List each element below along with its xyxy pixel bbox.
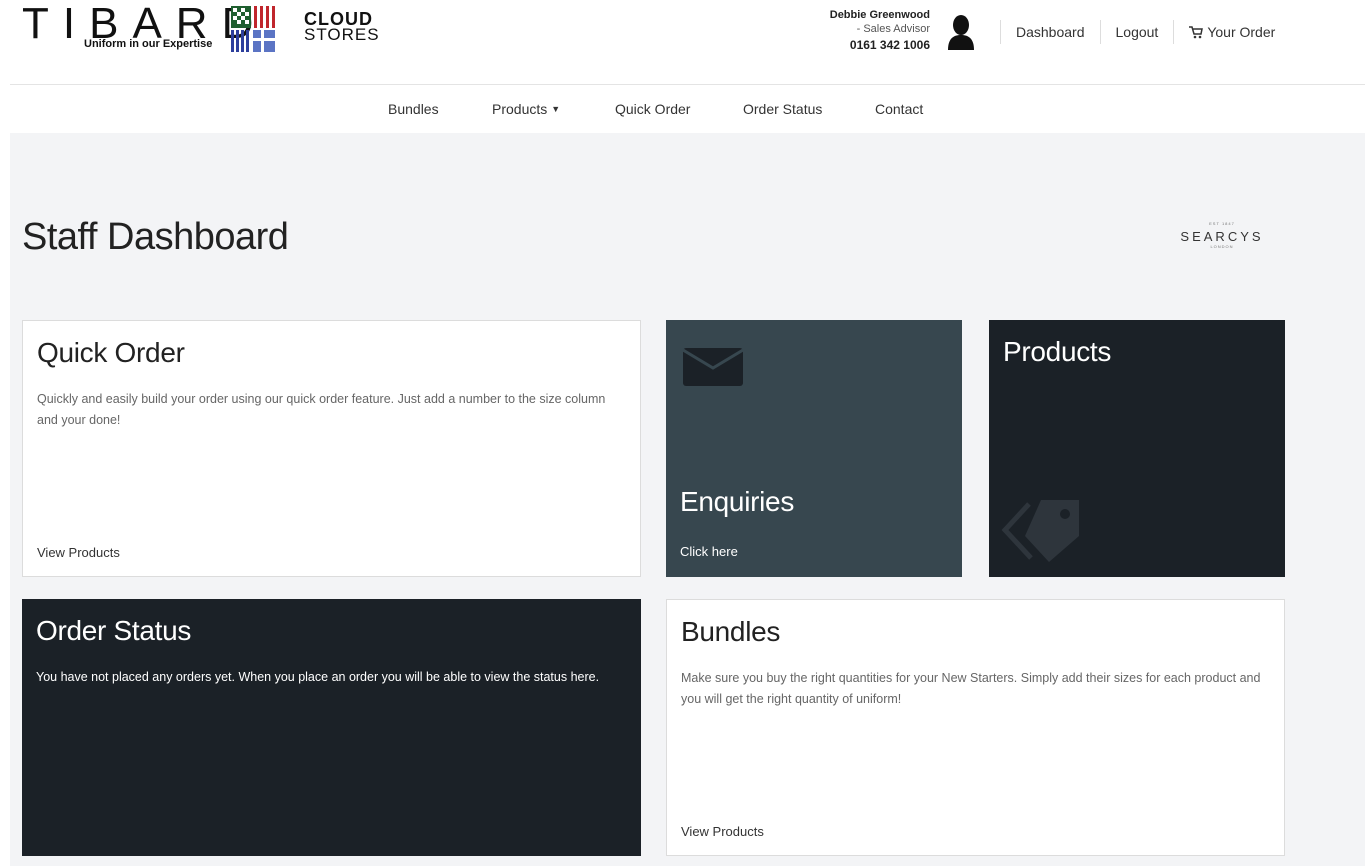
order-status-title: Order Status bbox=[36, 615, 192, 646]
enquiries-title: Enquiries bbox=[680, 486, 795, 517]
tibard-logo-tagline: Uniform in our Expertise bbox=[84, 38, 213, 50]
quick-order-card[interactable]: Quick Order Quickly and easily build you… bbox=[22, 320, 641, 577]
client-logo-name: SEARCYS bbox=[1180, 229, 1264, 244]
cart-icon bbox=[1189, 26, 1204, 39]
logout-link[interactable]: Logout bbox=[1099, 20, 1174, 44]
user-info: Debbie Greenwood - Sales Advisor 0161 34… bbox=[830, 8, 930, 52]
tibard-logo[interactable]: TIBARD Uniform in our Expertise bbox=[22, 2, 282, 54]
bundles-description: Make sure you buy the right quantities f… bbox=[681, 671, 1261, 706]
avatar-icon bbox=[948, 15, 974, 50]
your-order-link[interactable]: Your Order bbox=[1173, 20, 1290, 44]
bundles-card[interactable]: Bundles Make sure you buy the right quan… bbox=[666, 599, 1285, 856]
enquiries-card[interactable]: Enquiries Click here bbox=[666, 320, 962, 577]
quick-order-view-products-link[interactable]: View Products bbox=[37, 545, 120, 560]
user-name: Debbie Greenwood bbox=[829, 9, 930, 21]
main-nav: Bundles Products ▼ Quick Order Order Sta… bbox=[0, 85, 1365, 133]
client-logo-sub: LONDON bbox=[1210, 244, 1234, 249]
nav-bundles[interactable]: Bundles bbox=[388, 101, 439, 117]
page-title: Staff Dashboard bbox=[22, 216, 289, 258]
tibard-logo-mark bbox=[231, 6, 275, 52]
client-logo: EST 1847 SEARCYS LONDON bbox=[1172, 221, 1272, 257]
order-status-card[interactable]: Order Status You have not placed any ord… bbox=[22, 599, 641, 856]
user-role: - Sales Advisor bbox=[856, 23, 930, 35]
nav-contact[interactable]: Contact bbox=[875, 101, 923, 117]
bundles-title: Bundles bbox=[681, 616, 781, 647]
nav-products[interactable]: Products ▼ bbox=[492, 101, 560, 117]
nav-products-label: Products bbox=[492, 101, 548, 117]
order-status-description: You have not placed any orders yet. When… bbox=[36, 670, 600, 684]
caret-down-icon: ▼ bbox=[551, 104, 561, 114]
enquiries-click-here-link[interactable]: Click here bbox=[680, 544, 738, 559]
cloud-stores-line2: STORES bbox=[304, 25, 380, 44]
user-phone: 0161 342 1006 bbox=[849, 38, 930, 52]
dashboard-link[interactable]: Dashboard bbox=[1000, 20, 1100, 44]
products-title: Products bbox=[1003, 336, 1112, 367]
quick-order-title: Quick Order bbox=[37, 337, 185, 368]
tag-icon bbox=[1001, 500, 1079, 562]
envelope-icon bbox=[683, 348, 743, 386]
bundles-view-products-link[interactable]: View Products bbox=[681, 824, 764, 839]
nav-quick-order[interactable]: Quick Order bbox=[615, 101, 690, 117]
dashboard-main: Staff Dashboard EST 1847 SEARCYS LONDON … bbox=[10, 133, 1365, 866]
site-header: TIBARD Uniform in our Expertise CLOUD ST… bbox=[0, 0, 1365, 84]
client-logo-est: EST 1847 bbox=[1209, 221, 1235, 226]
nav-order-status[interactable]: Order Status bbox=[743, 101, 822, 117]
cloud-stores-logo: CLOUD STORES bbox=[304, 10, 380, 44]
products-card[interactable]: Products bbox=[989, 320, 1285, 577]
your-order-label: Your Order bbox=[1207, 24, 1276, 40]
quick-order-description: Quickly and easily build your order usin… bbox=[37, 392, 606, 427]
account-links: Dashboard Logout Your Order bbox=[1000, 20, 1290, 44]
